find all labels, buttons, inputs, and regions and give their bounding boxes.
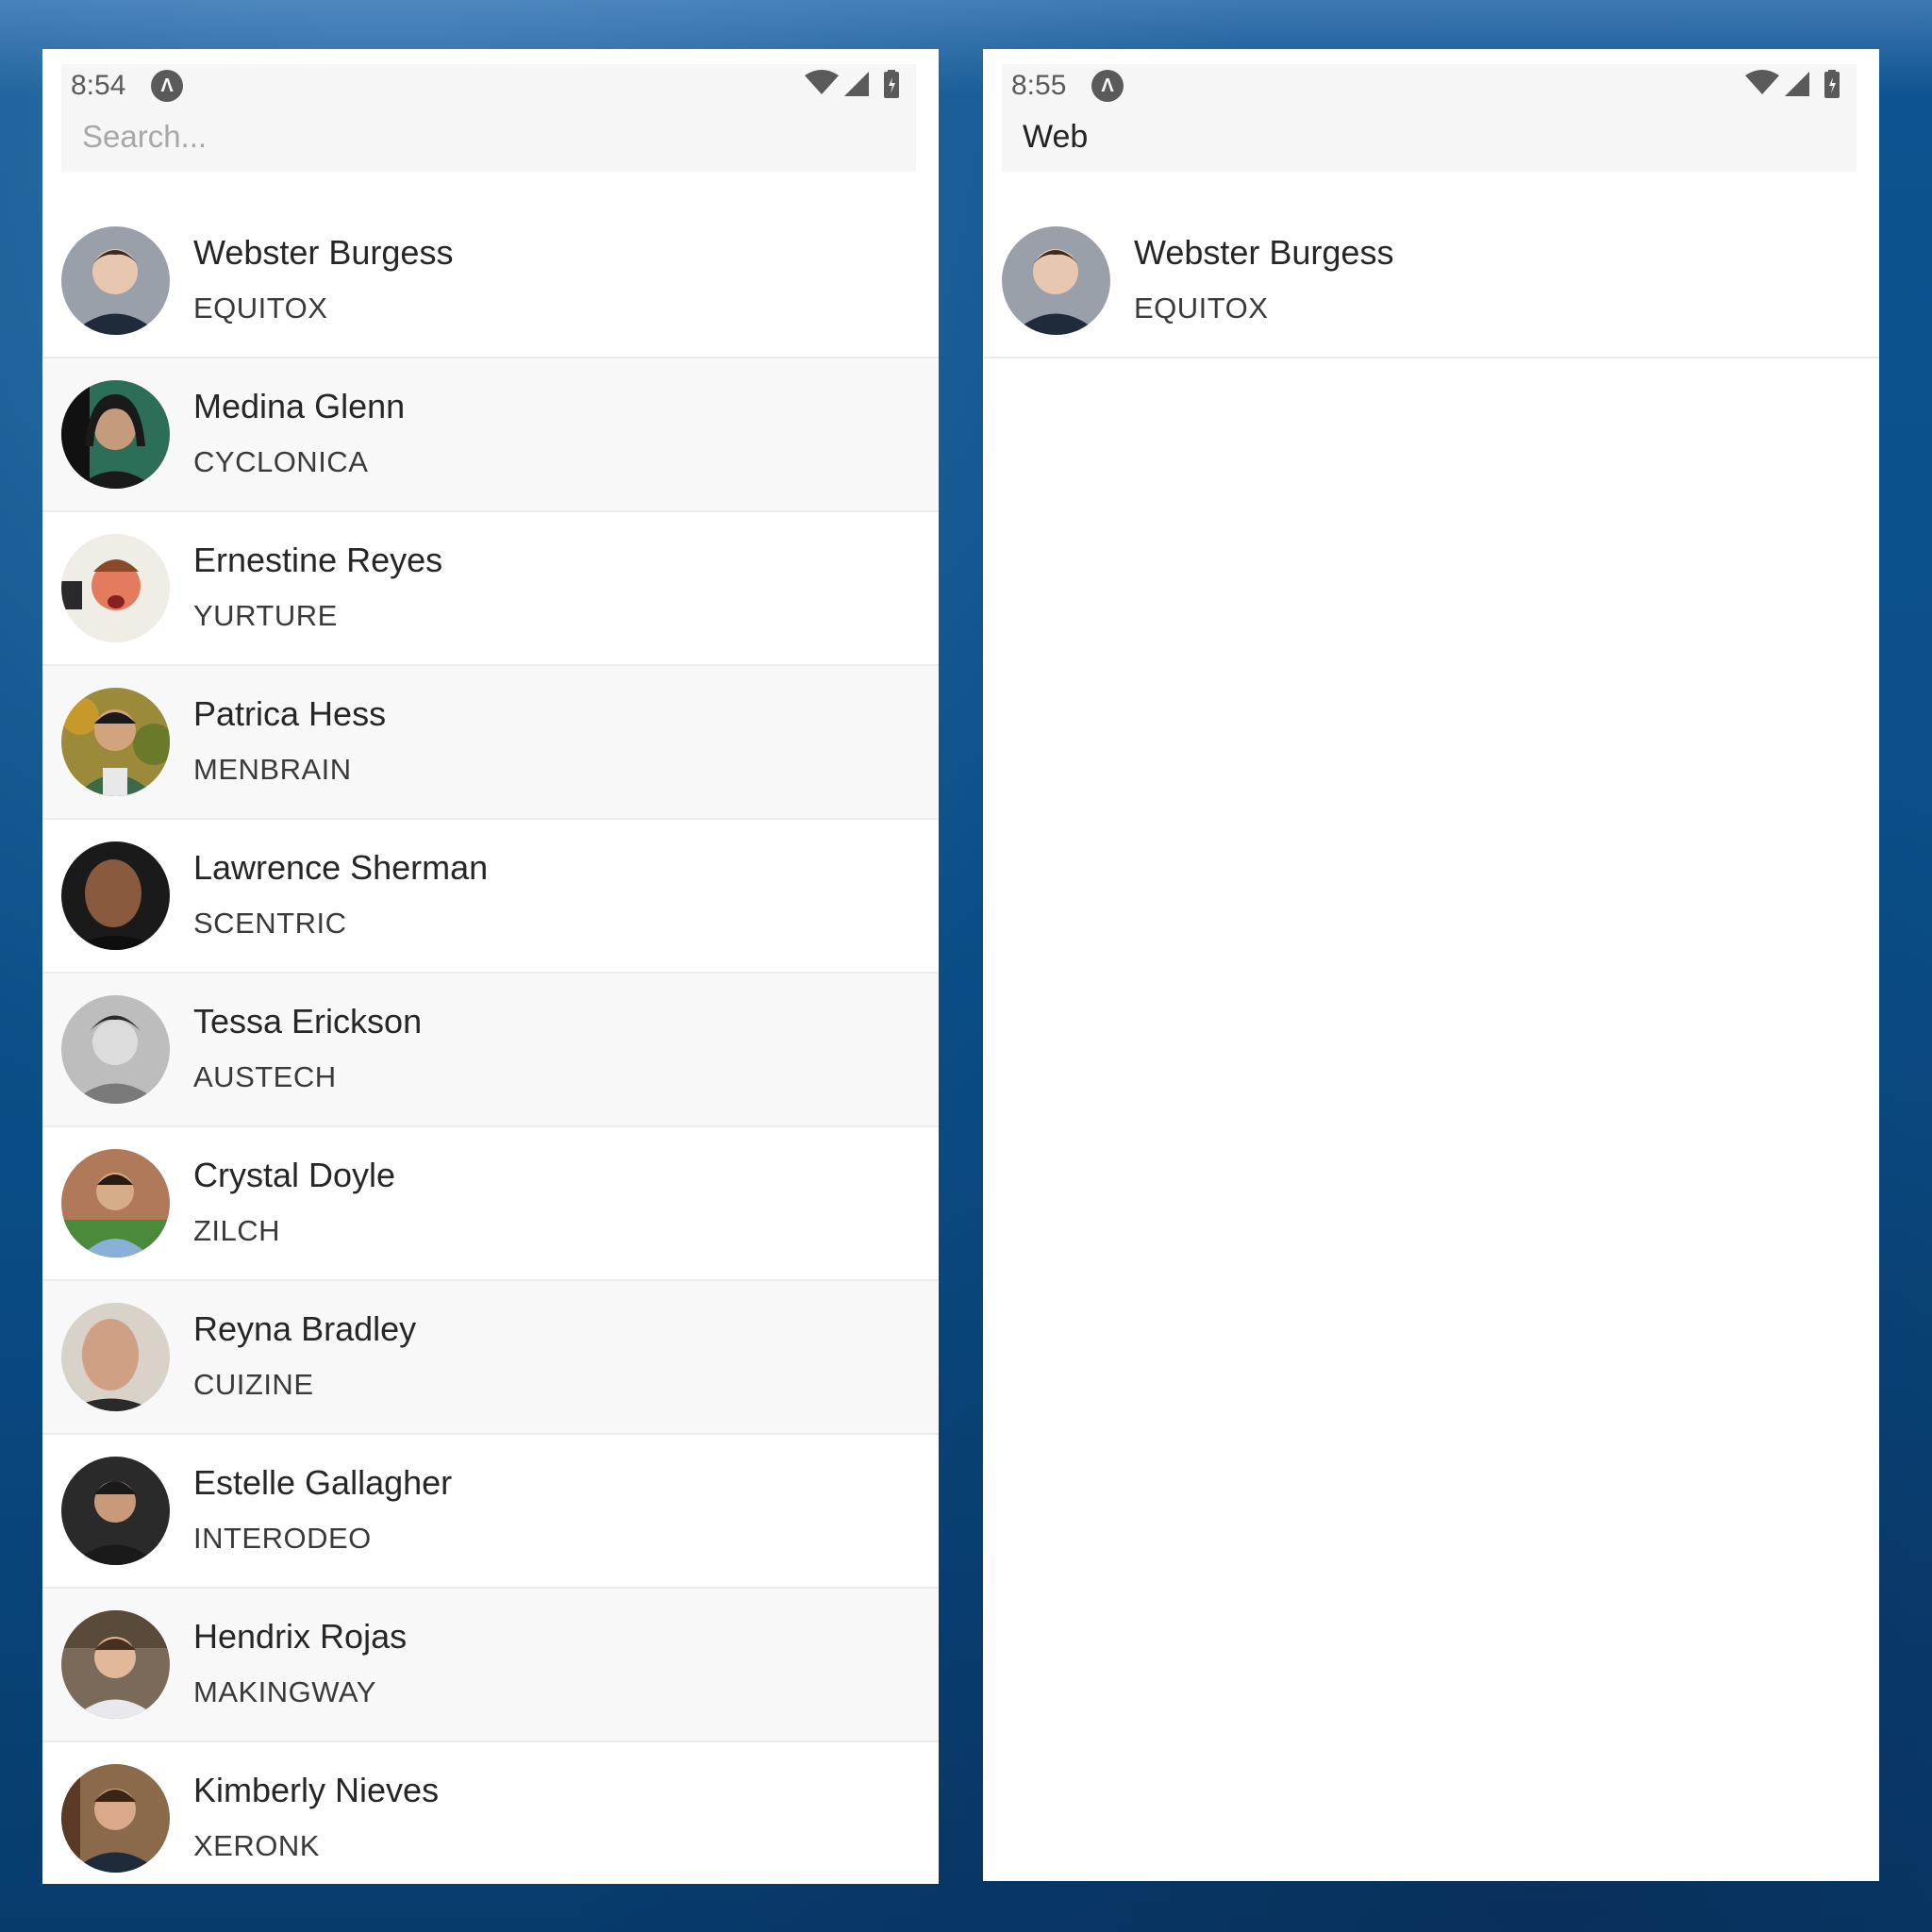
contact-company: XERONK xyxy=(193,1829,320,1862)
contact-name: Reyna Bradley xyxy=(193,1309,417,1348)
contact-list: Webster Burgess EQUITOX Medina Glenn CYC… xyxy=(42,205,939,1884)
list-item[interactable]: Webster Burgess EQUITOX xyxy=(983,205,1879,358)
list-item[interactable]: Reyna Bradley CUIZINE xyxy=(42,1281,939,1435)
contact-name: Estelle Gallagher xyxy=(193,1463,453,1502)
contact-name: Tessa Erickson xyxy=(193,1002,423,1041)
wifi-icon xyxy=(1745,70,1779,94)
contact-company: INTERODEO xyxy=(193,1522,372,1555)
system-icons xyxy=(803,70,907,102)
avatar xyxy=(61,1457,170,1565)
status-time: 8:55 xyxy=(1011,70,1067,101)
avatar xyxy=(61,1149,170,1257)
list-item[interactable]: Hendrix Rojas MAKINGWAY xyxy=(42,1589,939,1742)
list-item[interactable]: Webster Burgess EQUITOX xyxy=(42,205,939,358)
contact-company: MENBRAIN xyxy=(193,753,352,786)
contact-company: CUIZINE xyxy=(193,1368,314,1401)
search-header: 8:54 Λ Search... xyxy=(61,64,916,172)
a-notification-icon: Λ xyxy=(1091,70,1124,102)
signal-icon xyxy=(1785,72,1809,96)
contact-company: MAKINGWAY xyxy=(193,1675,376,1708)
signal-icon xyxy=(844,72,869,96)
phone-screen-left: 8:54 Λ Search... Webster Burgess EQUITOX… xyxy=(42,49,939,1884)
system-icons xyxy=(1743,70,1847,102)
list-item[interactable]: Estelle Gallagher INTERODEO xyxy=(42,1435,939,1589)
contact-company: EQUITOX xyxy=(193,291,328,325)
avatar xyxy=(61,995,170,1104)
avatar xyxy=(61,841,170,950)
a-notification-icon: Λ xyxy=(151,70,183,102)
contact-list: Webster Burgess EQUITOX xyxy=(983,205,1879,358)
phone-screen-right: 8:55 Λ Web Webster Burgess EQUITOX xyxy=(983,49,1879,1881)
contact-name: Ernestine Reyes xyxy=(193,541,443,579)
contact-name: Lawrence Sherman xyxy=(193,848,489,887)
avatar xyxy=(61,534,170,642)
list-item[interactable]: Tessa Erickson AUSTECH xyxy=(42,974,939,1127)
avatar xyxy=(61,380,170,489)
contact-company: ZILCH xyxy=(193,1214,281,1247)
contact-name: Patrica Hess xyxy=(193,694,387,733)
contact-company: AUSTECH xyxy=(193,1060,337,1093)
contact-name: Webster Burgess xyxy=(193,233,454,272)
status-bar: 8:54 Λ xyxy=(61,64,916,111)
list-item[interactable]: Ernestine Reyes YURTURE xyxy=(42,512,939,666)
list-item[interactable]: Lawrence Sherman SCENTRIC xyxy=(42,820,939,974)
status-time: 8:54 xyxy=(71,70,126,101)
contact-name: Medina Glenn xyxy=(193,387,406,425)
contact-name: Kimberly Nieves xyxy=(193,1771,440,1809)
search-header: 8:55 Λ Web xyxy=(1002,64,1857,172)
contact-company: EQUITOX xyxy=(1134,291,1269,325)
search-input[interactable]: Search... xyxy=(82,119,207,155)
status-bar: 8:55 Λ xyxy=(1002,64,1857,111)
avatar xyxy=(61,1610,170,1719)
contact-company: CYCLONICA xyxy=(193,445,369,478)
list-item[interactable]: Medina Glenn CYCLONICA xyxy=(42,358,939,512)
avatar xyxy=(1002,226,1110,335)
avatar xyxy=(61,1764,170,1873)
list-item[interactable]: Kimberly Nieves XERONK xyxy=(42,1742,939,1884)
list-item[interactable]: Crystal Doyle ZILCH xyxy=(42,1127,939,1281)
contact-company: YURTURE xyxy=(193,599,338,632)
wifi-icon xyxy=(805,70,839,94)
contact-name: Crystal Doyle xyxy=(193,1156,396,1194)
avatar xyxy=(61,1303,170,1411)
avatar xyxy=(61,226,170,335)
contact-company: SCENTRIC xyxy=(193,907,347,940)
search-input[interactable]: Web xyxy=(1023,119,1088,156)
list-item[interactable]: Patrica Hess MENBRAIN xyxy=(42,666,939,820)
contact-name: Webster Burgess xyxy=(1134,233,1394,272)
avatar xyxy=(61,688,170,796)
contact-name: Hendrix Rojas xyxy=(193,1617,408,1656)
